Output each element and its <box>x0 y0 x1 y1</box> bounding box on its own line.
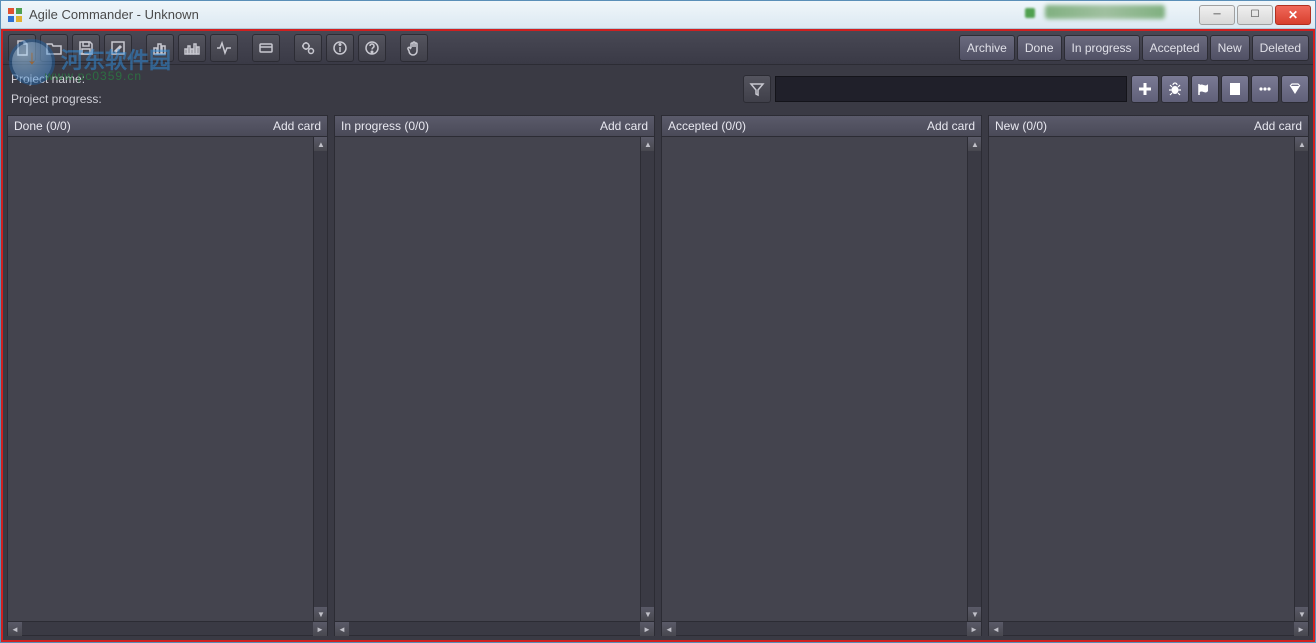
column-title: Accepted (0/0) <box>668 119 927 133</box>
scroll-left-icon[interactable]: ◄ <box>662 622 676 636</box>
info-row: Project name: Project progress: <box>3 65 1313 113</box>
add-card-button[interactable]: Add card <box>927 119 975 133</box>
column-new: New (0/0) Add card ▲ ▼ ◄ ► <box>988 115 1309 636</box>
minimize-button[interactable]: ─ <box>1199 5 1235 25</box>
column-body[interactable]: ▲ ▼ <box>988 137 1309 622</box>
maximize-button[interactable]: ☐ <box>1237 5 1273 25</box>
column-header: Done (0/0) Add card <box>7 115 328 137</box>
scroll-left-icon[interactable]: ◄ <box>989 622 1003 636</box>
tab-archive[interactable]: Archive <box>959 35 1015 61</box>
scroll-left-icon[interactable]: ◄ <box>8 622 22 636</box>
edit-note-icon[interactable] <box>104 34 132 62</box>
column-accepted: Accepted (0/0) Add card ▲ ▼ ◄ ► <box>661 115 982 636</box>
filter-tabs: Archive Done In progress Accepted New De… <box>959 35 1313 61</box>
add-card-button[interactable]: Add card <box>1254 119 1302 133</box>
scroll-up-icon[interactable]: ▲ <box>314 137 328 151</box>
scroll-up-icon[interactable]: ▲ <box>968 137 982 151</box>
bar-chart-icon[interactable] <box>146 34 174 62</box>
column-header: New (0/0) Add card <box>988 115 1309 137</box>
column-header: Accepted (0/0) Add card <box>661 115 982 137</box>
help-icon[interactable] <box>358 34 386 62</box>
scroll-left-icon[interactable]: ◄ <box>335 622 349 636</box>
card-icon[interactable] <box>252 34 280 62</box>
diamond-icon[interactable] <box>1281 75 1309 103</box>
plus-icon[interactable] <box>1131 75 1159 103</box>
search-bar-group <box>743 65 1313 113</box>
close-button[interactable]: ✕ <box>1275 5 1311 25</box>
vertical-scrollbar[interactable]: ▲ ▼ <box>1294 137 1308 621</box>
column-done: Done (0/0) Add card ▲ ▼ ◄ ► <box>7 115 328 636</box>
action-buttons <box>1131 75 1309 103</box>
tab-accepted[interactable]: Accepted <box>1142 35 1208 61</box>
scroll-right-icon[interactable]: ► <box>313 622 327 636</box>
tag-icon[interactable] <box>1191 75 1219 103</box>
filter-funnel-icon[interactable] <box>743 75 771 103</box>
scroll-down-icon[interactable]: ▼ <box>314 607 328 621</box>
activity-icon[interactable] <box>210 34 238 62</box>
project-progress-label: Project progress: <box>11 92 735 106</box>
scroll-down-icon[interactable]: ▼ <box>968 607 982 621</box>
tab-done[interactable]: Done <box>1017 35 1062 61</box>
column-body[interactable]: ▲ ▼ <box>661 137 982 622</box>
project-name-label: Project name: <box>11 72 735 86</box>
horizontal-scrollbar[interactable]: ◄ ► <box>334 622 655 636</box>
gears-icon[interactable] <box>294 34 322 62</box>
column-title: New (0/0) <box>995 119 1254 133</box>
vertical-scrollbar[interactable]: ▲ ▼ <box>313 137 327 621</box>
window-title: Agile Commander - Unknown <box>29 7 1199 22</box>
bug-icon[interactable] <box>1161 75 1189 103</box>
toolbar-left-group <box>3 34 428 62</box>
column-body[interactable]: ▲ ▼ <box>7 137 328 622</box>
app-content: ↓ 河东软件园 www.pc0359.cn <box>1 29 1315 642</box>
background-decor <box>1025 8 1035 18</box>
column-in-progress: In progress (0/0) Add card ▲ ▼ ◄ ► <box>334 115 655 636</box>
add-card-button[interactable]: Add card <box>600 119 648 133</box>
open-folder-icon[interactable] <box>40 34 68 62</box>
app-icon <box>7 7 23 23</box>
project-info: Project name: Project progress: <box>3 65 743 113</box>
horizontal-scrollbar[interactable]: ◄ ► <box>988 622 1309 636</box>
tab-new[interactable]: New <box>1210 35 1250 61</box>
note-icon[interactable] <box>1221 75 1249 103</box>
scroll-down-icon[interactable]: ▼ <box>641 607 655 621</box>
column-title: Done (0/0) <box>14 119 273 133</box>
kanban-board: Done (0/0) Add card ▲ ▼ ◄ ► In progress <box>3 113 1313 640</box>
new-file-icon[interactable] <box>8 34 36 62</box>
app-window: Agile Commander - Unknown ─ ☐ ✕ ↓ 河东软件园 … <box>0 0 1316 643</box>
vertical-scrollbar[interactable]: ▲ ▼ <box>640 137 654 621</box>
scroll-up-icon[interactable]: ▲ <box>1295 137 1309 151</box>
search-input[interactable] <box>775 76 1127 102</box>
scroll-right-icon[interactable]: ► <box>640 622 654 636</box>
more-icon[interactable] <box>1251 75 1279 103</box>
column-body[interactable]: ▲ ▼ <box>334 137 655 622</box>
main-toolbar: Archive Done In progress Accepted New De… <box>3 31 1313 65</box>
window-controls: ─ ☐ ✕ <box>1199 5 1311 25</box>
horizontal-scrollbar[interactable]: ◄ ► <box>7 622 328 636</box>
scroll-down-icon[interactable]: ▼ <box>1295 607 1309 621</box>
tab-in-progress[interactable]: In progress <box>1064 35 1140 61</box>
info-icon[interactable] <box>326 34 354 62</box>
add-card-button[interactable]: Add card <box>273 119 321 133</box>
scroll-right-icon[interactable]: ► <box>1294 622 1308 636</box>
tab-deleted[interactable]: Deleted <box>1252 35 1309 61</box>
horizontal-scrollbar[interactable]: ◄ ► <box>661 622 982 636</box>
background-decor <box>1045 5 1165 19</box>
chart-group-icon[interactable] <box>178 34 206 62</box>
save-icon[interactable] <box>72 34 100 62</box>
column-header: In progress (0/0) Add card <box>334 115 655 137</box>
vertical-scrollbar[interactable]: ▲ ▼ <box>967 137 981 621</box>
scroll-right-icon[interactable]: ► <box>967 622 981 636</box>
hand-icon[interactable] <box>400 34 428 62</box>
scroll-up-icon[interactable]: ▲ <box>641 137 655 151</box>
column-title: In progress (0/0) <box>341 119 600 133</box>
